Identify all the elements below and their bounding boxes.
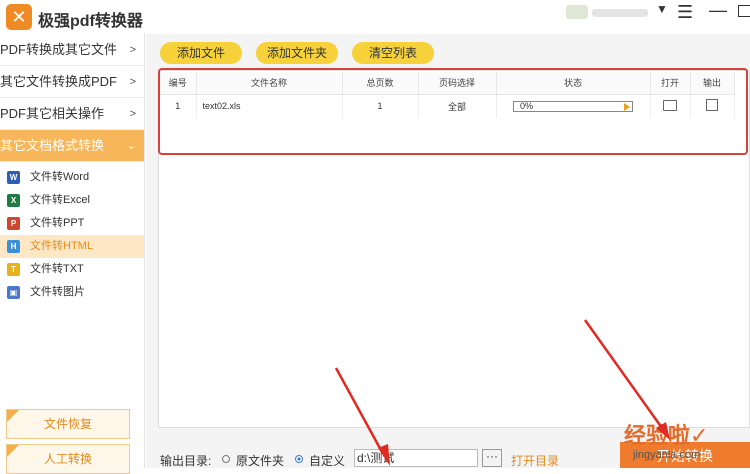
txt-icon: T <box>7 263 20 276</box>
file-list-panel <box>158 70 750 428</box>
col-open: 打开 <box>650 72 691 95</box>
sub-item-label: 文件转图片 <box>30 286 85 298</box>
main-area: 添加文件 添加文件夹 清空列表 编号 文件名称 总页数 页码选择 状态 打开 输… <box>146 34 750 468</box>
col-filename: 文件名称 <box>196 72 343 95</box>
sub-item-label: 文件转TXT <box>30 263 84 275</box>
app-title: 极强pdf转换器 <box>38 13 143 30</box>
cell-filename: text02.xls <box>196 94 343 118</box>
progress-text: 0% <box>520 100 534 111</box>
ppt-icon: P <box>7 217 20 230</box>
cell-open[interactable] <box>650 94 691 118</box>
nav-label: PDF转换成其它文件 <box>0 42 118 57</box>
table-row[interactable]: 1 text02.xls 1 全部 0% <box>160 94 735 118</box>
cell-range[interactable]: 全部 <box>418 94 497 118</box>
sub-item-ppt[interactable]: P 文件转PPT <box>0 212 144 235</box>
username-blurred[interactable] <box>592 9 648 17</box>
file-table: 编号 文件名称 总页数 页码选择 状态 打开 输出 1 text02.xls 1… <box>160 72 735 118</box>
sub-item-label: 文件转Excel <box>30 194 90 206</box>
sub-item-html[interactable]: H 文件转HTML <box>0 235 144 258</box>
html-icon: H <box>7 240 20 253</box>
maximize-icon[interactable] <box>738 5 750 17</box>
nav-label: PDF其它相关操作 <box>0 106 105 121</box>
manual-convert-label: 人工转换 <box>43 452 92 466</box>
nav-label: 其它文档格式转换 <box>0 138 105 153</box>
col-output: 输出 <box>690 72 735 95</box>
sub-item-label: 文件转HTML <box>30 240 93 252</box>
export-icon[interactable] <box>706 99 718 112</box>
sub-item-excel[interactable]: X 文件转Excel <box>0 189 144 212</box>
cell-index: 1 <box>160 94 197 118</box>
option-original-label[interactable]: 原文件夹 <box>236 452 284 469</box>
sub-item-txt[interactable]: T 文件转TXT <box>0 258 144 281</box>
nav-pdf-other-ops[interactable]: PDF其它相关操作 > <box>0 98 144 130</box>
add-file-button[interactable]: 添加文件 <box>160 42 242 64</box>
sub-item-label: 文件转PPT <box>30 217 85 229</box>
sub-item-word[interactable]: W 文件转Word <box>0 166 144 189</box>
nav-other-doc-convert[interactable]: 其它文档格式转换 ⌄ <box>0 130 144 162</box>
output-dir-label: 输出目录: <box>160 454 212 468</box>
app-logo-icon: ✕ <box>6 4 32 30</box>
cell-pages: 1 <box>342 94 419 118</box>
excel-icon: X <box>7 194 20 207</box>
nav-label: 其它文件转换成PDF <box>0 74 118 89</box>
account-dropdown-icon[interactable]: ▼ <box>656 2 668 16</box>
play-icon[interactable] <box>624 102 630 111</box>
watermark-url: jingyanla.com <box>633 449 701 461</box>
sidebar: PDF转换成其它文件 > 其它文件转换成PDF > PDF其它相关操作 > 其它… <box>0 34 145 474</box>
clear-list-button[interactable]: 清空列表 <box>352 42 434 64</box>
col-range: 页码选择 <box>418 72 497 95</box>
watermark-text: 经验啦✓ <box>624 423 709 448</box>
option-custom-label[interactable]: 自定义 <box>309 452 345 469</box>
manual-convert-button[interactable]: 人工转换 <box>6 444 130 474</box>
chevron-right-icon: > <box>129 76 136 88</box>
corner-badge-icon <box>7 410 19 422</box>
radio-custom[interactable] <box>295 455 303 463</box>
sub-item-image[interactable]: ▣ 文件转图片 <box>0 281 144 304</box>
chevron-down-icon: ⌄ <box>126 140 136 152</box>
table-header: 编号 文件名称 总页数 页码选择 状态 打开 输出 <box>160 72 735 95</box>
user-avatar[interactable] <box>566 5 588 19</box>
cell-output[interactable] <box>690 94 735 118</box>
open-dir-link[interactable]: 打开目录 <box>511 452 559 469</box>
col-status: 状态 <box>496 72 651 95</box>
file-recovery-button[interactable]: 文件恢复 <box>6 409 130 439</box>
chevron-right-icon: > <box>129 44 136 56</box>
col-index: 编号 <box>160 72 197 95</box>
minimize-icon[interactable]: — <box>709 0 727 21</box>
sub-item-label: 文件转Word <box>30 171 90 183</box>
file-recovery-label: 文件恢复 <box>43 417 92 431</box>
corner-badge-icon <box>7 445 19 457</box>
browse-button[interactable]: ··· <box>482 449 502 467</box>
col-pages: 总页数 <box>342 72 419 95</box>
output-path-input[interactable]: d:\测试 <box>354 449 478 467</box>
nav-other-to-pdf[interactable]: 其它文件转换成PDF > <box>0 66 144 98</box>
folder-icon[interactable] <box>663 99 677 111</box>
menu-icon[interactable]: ☰ <box>677 2 693 23</box>
cell-status: 0% <box>496 94 651 118</box>
add-folder-button[interactable]: 添加文件夹 <box>256 42 338 64</box>
word-icon: W <box>7 171 20 184</box>
radio-original[interactable] <box>222 455 230 463</box>
progress-bar: 0% <box>513 100 633 112</box>
chevron-right-icon: > <box>129 108 136 120</box>
nav-pdf-to-other[interactable]: PDF转换成其它文件 > <box>0 34 144 66</box>
image-icon: ▣ <box>7 286 20 299</box>
title-bar: ✕ 极强pdf转换器 ▼ ☰ — <box>0 0 750 34</box>
